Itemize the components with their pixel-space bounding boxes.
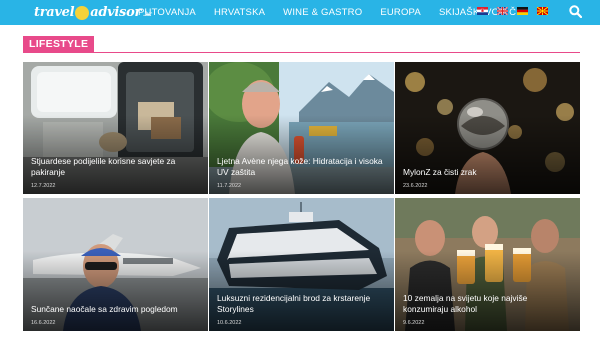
- germany-flag-icon[interactable]: [517, 7, 528, 15]
- article-card-alcohol[interactable]: 10 zemalja na svijetu koje najviše konzu…: [395, 198, 580, 331]
- article-title[interactable]: Stjuardese podijelile korisne savjete za…: [31, 156, 200, 178]
- language-switcher: [477, 7, 548, 15]
- article-title[interactable]: Luksuzni rezidencijalni brod za krstaren…: [217, 293, 386, 315]
- article-date: 16.6.2022: [31, 320, 56, 326]
- article-title[interactable]: MylonZ za čisti zrak: [403, 167, 572, 178]
- main-nav: PUTOVANJA HRVATSKA WINE & GASTRO EUROPA …: [138, 0, 534, 25]
- nav-item-putovanja[interactable]: PUTOVANJA: [138, 7, 196, 18]
- article-card-mylonz[interactable]: MylonZ za čisti zrak 23.6.2022: [395, 62, 580, 194]
- article-date: 10.6.2022: [217, 320, 242, 326]
- logo-globe-icon: [75, 6, 90, 20]
- article-card-sunglasses[interactable]: Sunčane naočale sa zdravim pogledom 16.6…: [23, 198, 208, 331]
- logo-text-travel: travel: [34, 4, 75, 20]
- section-heading: LIFESTYLE: [23, 36, 580, 53]
- article-title[interactable]: 10 zemalja na svijetu koje najviše konzu…: [403, 293, 572, 315]
- article-date: 12.7.2022: [31, 183, 56, 189]
- logo-text-advisor: advisor: [90, 4, 141, 20]
- article-title[interactable]: Sunčane naočale sa zdravim pogledom: [31, 304, 200, 315]
- nav-item-hrvatska[interactable]: HRVATSKA: [214, 7, 265, 18]
- site-logo[interactable]: travel advisor .hr: [34, 2, 152, 22]
- search-icon[interactable]: [569, 5, 582, 18]
- croatia-flag-icon[interactable]: [477, 7, 488, 15]
- article-card-avene[interactable]: Ljetna Avène njega kože: Hidratacija i v…: [209, 62, 394, 194]
- uk-flag-icon[interactable]: [497, 7, 508, 15]
- article-date: 11.7.2022: [217, 183, 242, 189]
- top-navigation-bar: travel advisor .hr PUTOVANJA HRVATSKA WI…: [0, 0, 600, 25]
- article-title[interactable]: Ljetna Avène njega kože: Hidratacija i v…: [217, 156, 386, 178]
- article-date: 23.6.2022: [403, 183, 428, 189]
- nav-item-wine-gastro[interactable]: WINE & GASTRO: [283, 7, 362, 18]
- article-card-packing[interactable]: Stjuardese podijelile korisne savjete za…: [23, 62, 208, 194]
- macedonia-flag-icon[interactable]: [537, 7, 548, 15]
- section-label[interactable]: LIFESTYLE: [23, 36, 95, 53]
- article-date: 9.6.2022: [403, 320, 425, 326]
- article-card-cruise[interactable]: Luksuzni rezidencijalni brod za krstaren…: [209, 198, 394, 331]
- nav-item-europa[interactable]: EUROPA: [380, 7, 421, 18]
